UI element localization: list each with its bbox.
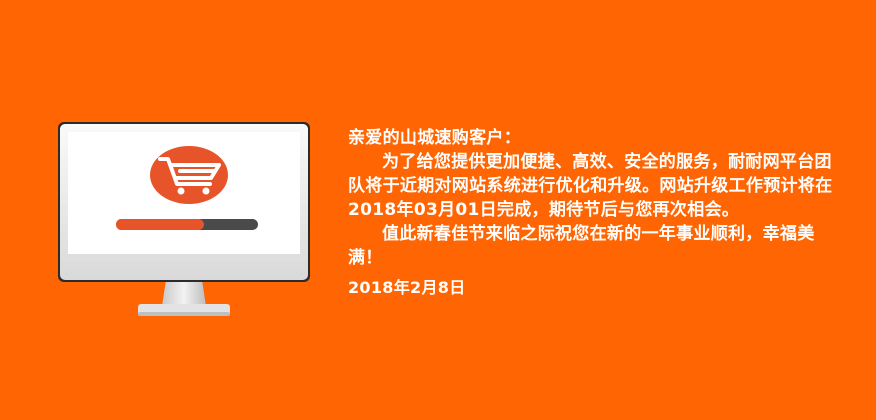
monitor-stand: [138, 280, 230, 316]
notice-paragraph-upgrade: 为了给您提供更加便捷、高效、安全的服务，耐耐网平台团队将于近期对网站系统进行优化…: [348, 152, 833, 220]
notice-greeting: 亲爱的山城速购客户：: [348, 128, 521, 148]
shopping-cart-icon: [150, 146, 228, 204]
monitor-graphic: [58, 122, 310, 316]
notice-paragraph-greetings: 值此新春佳节来临之际祝您在新的一年事业顺利，幸福美满！: [348, 224, 815, 268]
progress-fill: [116, 219, 204, 230]
monitor-illustration: [56, 120, 312, 320]
notice-date: 2018年2月8日: [348, 278, 466, 297]
progress-bar: [116, 219, 258, 230]
maintenance-notice: 亲爱的山城速购客户： 为了给您提供更加便捷、高效、安全的服务，耐耐网平台团队将于…: [348, 126, 848, 300]
